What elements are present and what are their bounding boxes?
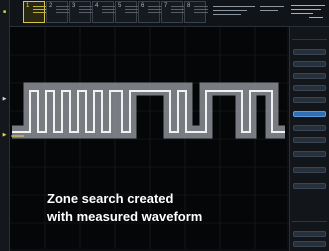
channel-tile-7[interactable]: 7 bbox=[161, 1, 185, 23]
channel-settings bbox=[171, 4, 185, 15]
channel-settings bbox=[102, 4, 116, 15]
menu-button-edit-1[interactable] bbox=[293, 167, 326, 173]
caption-overlay: Zone search created with measured wavefo… bbox=[47, 190, 287, 226]
channel-settings bbox=[125, 4, 139, 15]
channel-number: 3 bbox=[72, 3, 76, 9]
channel-tile-8[interactable]: 8 bbox=[184, 1, 208, 23]
channel-number: 6 bbox=[141, 3, 145, 9]
menu-button-type[interactable] bbox=[293, 73, 326, 79]
channel-number: 7 bbox=[164, 3, 168, 9]
menu-button-condition-2[interactable] bbox=[293, 97, 326, 103]
channel-settings bbox=[194, 4, 208, 15]
menu-button-mode[interactable] bbox=[293, 61, 326, 67]
menu-button-edit-2[interactable] bbox=[293, 183, 326, 189]
menu-button-condition[interactable] bbox=[293, 49, 326, 55]
status-readout bbox=[291, 3, 325, 21]
timebase-readout bbox=[213, 4, 255, 18]
channel-number: 5 bbox=[118, 3, 122, 9]
channel-number: 8 bbox=[187, 3, 191, 9]
menu-button-search-run[interactable] bbox=[293, 241, 326, 247]
menu-button-source[interactable] bbox=[293, 85, 326, 91]
menu-button-zone-no[interactable] bbox=[293, 151, 326, 157]
caption-line-2: with measured waveform bbox=[47, 209, 203, 224]
left-strip: ■ ▶ ▶ bbox=[0, 0, 10, 251]
menu-button-selected[interactable] bbox=[293, 111, 326, 117]
menu-button-zone-search[interactable] bbox=[293, 231, 326, 237]
menu-button-range[interactable] bbox=[293, 125, 326, 131]
channel-number: 2 bbox=[49, 3, 53, 9]
channel-tile-6[interactable]: 6 bbox=[138, 1, 162, 23]
channel-tile-1[interactable]: 1 bbox=[23, 1, 47, 23]
menu-divider bbox=[292, 221, 327, 222]
acquisition-readout bbox=[260, 4, 284, 14]
channel-settings bbox=[79, 4, 93, 15]
channel-number: 4 bbox=[95, 3, 99, 9]
channel-indicator-icon: ■ bbox=[2, 9, 7, 15]
channel-settings bbox=[148, 4, 162, 15]
menu-divider bbox=[292, 39, 327, 40]
channel-tile-4[interactable]: 4 bbox=[92, 1, 116, 23]
channel-tile-3[interactable]: 3 bbox=[69, 1, 93, 23]
caption-line-1: Zone search created bbox=[47, 191, 174, 206]
channel-settings bbox=[56, 4, 70, 15]
zone-search-menu bbox=[289, 27, 329, 251]
channel-tile-5[interactable]: 5 bbox=[115, 1, 139, 23]
channel-number: 1 bbox=[26, 3, 30, 9]
trigger-level-marker-icon: ▶ bbox=[2, 132, 7, 138]
top-status-bar: 1 2 3 4 5 6 7 8 bbox=[10, 0, 329, 27]
left-ground-marker-icon: ▶ bbox=[2, 96, 7, 102]
channel-settings bbox=[33, 4, 47, 15]
channel-tile-2[interactable]: 2 bbox=[46, 1, 70, 23]
menu-button-main[interactable] bbox=[293, 137, 326, 143]
